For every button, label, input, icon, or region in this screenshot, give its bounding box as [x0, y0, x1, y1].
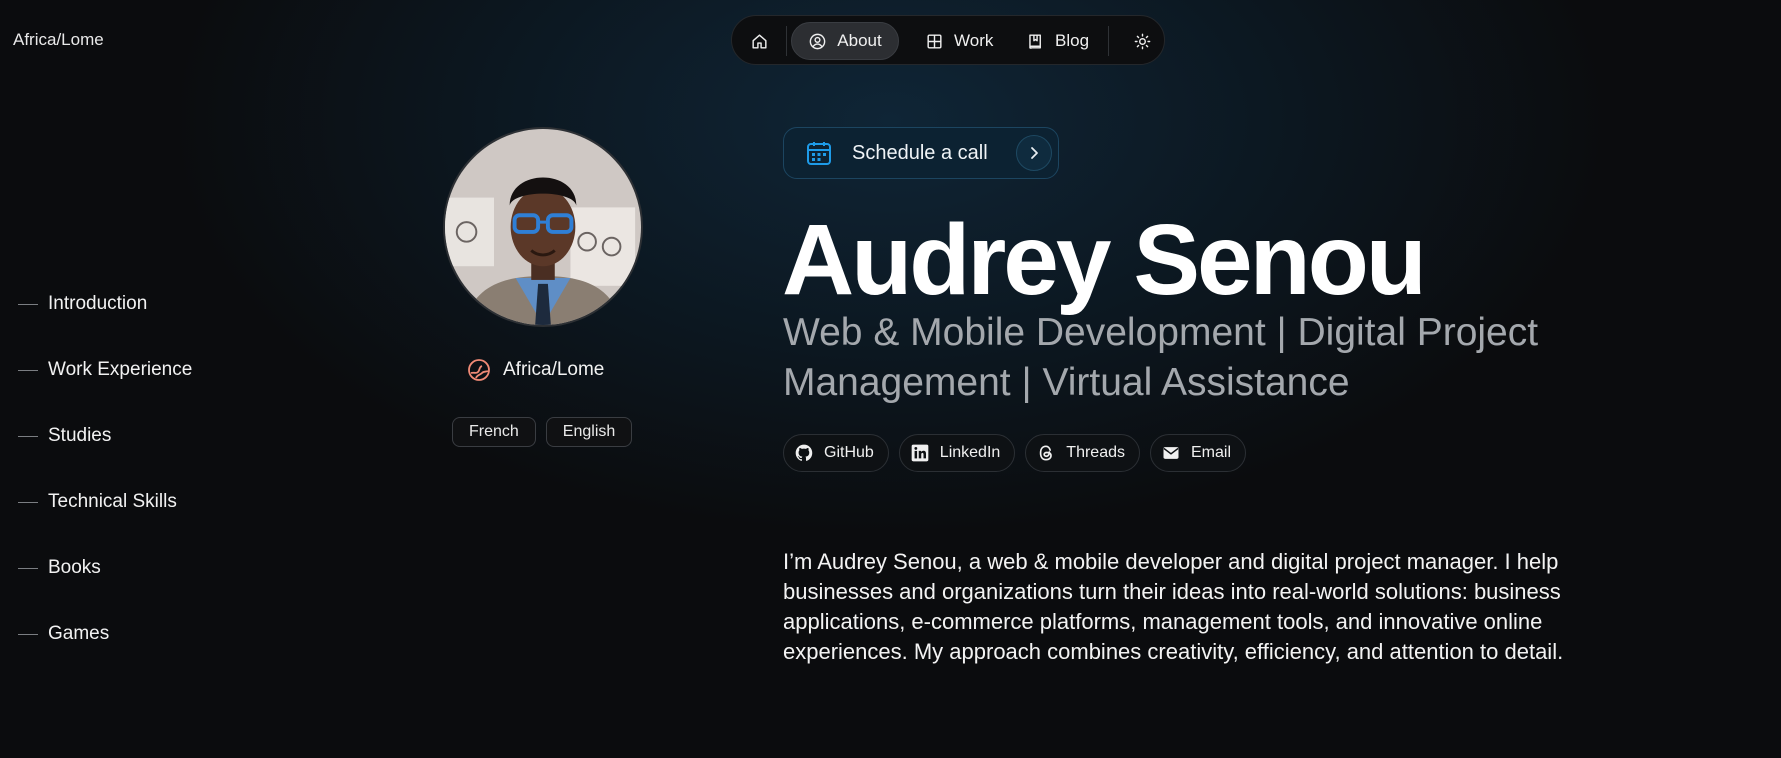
github-icon	[795, 444, 813, 461]
schedule-call-label: Schedule a call	[852, 141, 988, 164]
nav-about-label: About	[837, 31, 882, 50]
toc-label: Technical Skills	[48, 491, 177, 512]
toc-label: Introduction	[48, 293, 148, 314]
grid-icon	[927, 33, 942, 49]
language-tag: French	[452, 417, 536, 447]
nav-blog-button[interactable]: Blog	[1018, 22, 1097, 60]
schedule-call-button[interactable]: Schedule a call	[783, 127, 1059, 179]
person-circle-icon	[809, 33, 826, 49]
toc-item-games[interactable]: Games	[18, 601, 192, 667]
page-sections-nav: Introduction Work Experience Studies Tec…	[18, 271, 192, 667]
toc-label: Studies	[48, 425, 112, 446]
language-tag: English	[545, 417, 633, 447]
toc-dash	[18, 567, 38, 569]
email-icon	[1163, 447, 1179, 459]
toc-item-work-experience[interactable]: Work Experience	[18, 337, 192, 403]
github-label: GitHub	[824, 444, 874, 461]
avatar	[443, 127, 643, 327]
linkedin-label: LinkedIn	[939, 444, 1001, 461]
theme-toggle-button[interactable]	[1123, 22, 1161, 60]
nav-work-label: Work	[954, 31, 994, 50]
threads-icon	[1040, 445, 1053, 461]
nav-divider	[1108, 26, 1109, 56]
intro-paragraph: I’m Audrey Senou, a web & mobile develop…	[783, 549, 1564, 664]
book-icon	[1029, 33, 1041, 49]
headline: Web & Mobile Development | Digital Proje…	[783, 311, 1539, 404]
calendar-icon	[807, 142, 831, 165]
toc-dash	[18, 369, 38, 371]
toc-dash	[18, 435, 38, 437]
page-title: Audrey Senou	[782, 204, 1427, 316]
email-link[interactable]: Email	[1150, 434, 1247, 472]
toc-label: Books	[48, 557, 101, 578]
social-links: GitHub LinkedIn Threads Email	[783, 434, 1247, 472]
globe-icon	[468, 359, 490, 381]
github-link[interactable]: GitHub	[783, 434, 889, 472]
profile-location: Africa/Lome	[467, 358, 604, 382]
email-label: Email	[1191, 444, 1232, 461]
timezone-label: Africa/Lome	[13, 30, 104, 49]
toc-item-introduction[interactable]: Introduction	[18, 271, 192, 337]
threads-label: Threads	[1066, 444, 1125, 461]
nav-about-button[interactable]: About	[791, 22, 899, 60]
toc-dash	[18, 501, 38, 503]
linkedin-icon	[911, 444, 929, 462]
linkedin-link[interactable]: LinkedIn	[898, 434, 1016, 472]
nav-home-button[interactable]	[740, 22, 778, 60]
nav-work-button[interactable]: Work	[917, 22, 1001, 60]
sun-icon	[1134, 33, 1150, 49]
language-tags: French English	[452, 417, 633, 447]
toc-item-studies[interactable]: Studies	[18, 403, 192, 469]
home-icon	[751, 33, 767, 49]
avatar-portrait	[445, 129, 641, 325]
chevron-right-icon	[1016, 135, 1052, 171]
threads-link[interactable]: Threads	[1025, 434, 1140, 472]
nav-blog-label: Blog	[1055, 31, 1090, 50]
toc-dash	[18, 633, 38, 635]
profile-location-label: Africa/Lome	[503, 359, 605, 380]
toc-label: Games	[48, 623, 110, 644]
toc-item-books[interactable]: Books	[18, 535, 192, 601]
top-navigation: About Work Blog	[731, 15, 1165, 65]
nav-divider	[786, 26, 787, 56]
toc-label: Work Experience	[48, 359, 193, 380]
toc-item-technical-skills[interactable]: Technical Skills	[18, 469, 192, 535]
toc-dash	[18, 303, 38, 305]
